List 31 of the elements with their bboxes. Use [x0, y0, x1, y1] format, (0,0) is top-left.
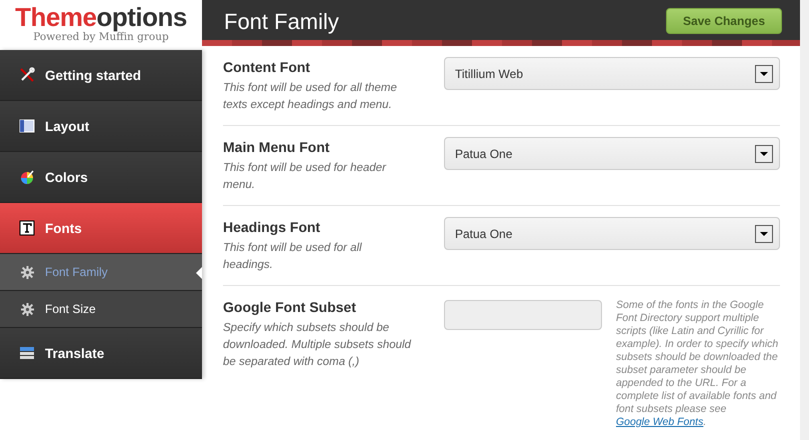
option-title: Content Font — [223, 59, 312, 75]
option-description: This font will be used for all theme texts except headings and menu. — [223, 81, 398, 113]
gear-icon — [21, 266, 34, 278]
option-description: This font will be used for header menu. — [223, 161, 388, 193]
logo-tagline: Powered by Muffin group — [33, 31, 169, 43]
option-description: Specify which subsets should be downloaded. Multiple subsets should be separated with coma (,) — [223, 321, 411, 370]
menu-item[interactable]: Fonts — [0, 203, 202, 254]
option-description: This font will be used for all headings. — [223, 241, 363, 273]
menu-item[interactable]: Getting started — [0, 50, 202, 101]
help-text: Some of the fonts in the Google Font Directory support multiple scripts (like Latin and Cyrillic for example). In order to specify which subsets should be downloaded the subset parameter should be appended to the URL. For a complete list of available fonts and font subsets please see Google Web Fonts. — [616, 298, 780, 429]
option-title: Headings Font — [223, 219, 322, 235]
menu-item[interactable]: Colors — [0, 152, 202, 203]
subset-input-field[interactable] — [444, 300, 602, 330]
color-wheel-icon — [19, 169, 35, 185]
option-title: Google Font Subset — [223, 299, 357, 315]
save-button[interactable]: Save Changes — [666, 8, 782, 34]
font-select[interactable]: Patua One — [444, 217, 780, 250]
text-icon — [19, 220, 35, 236]
menu-item[interactable]: Layout — [0, 101, 202, 152]
gear-icon — [21, 302, 34, 316]
menu-item[interactable]: Translate — [0, 328, 202, 379]
layout-icon — [19, 118, 35, 134]
list-icon — [19, 345, 35, 361]
option-title: Main Menu Font — [223, 139, 331, 155]
page-title: Font Family — [224, 8, 339, 36]
menu-item[interactable]: Font Size — [0, 291, 202, 328]
font-select[interactable]: Titillium Web — [444, 57, 780, 90]
logo-text: Themeoptions — [15, 2, 187, 32]
tools-icon — [19, 67, 35, 83]
google-web-fonts-link[interactable]: Google Web Fonts — [616, 416, 704, 428]
font-select[interactable]: Patua One — [444, 137, 780, 170]
